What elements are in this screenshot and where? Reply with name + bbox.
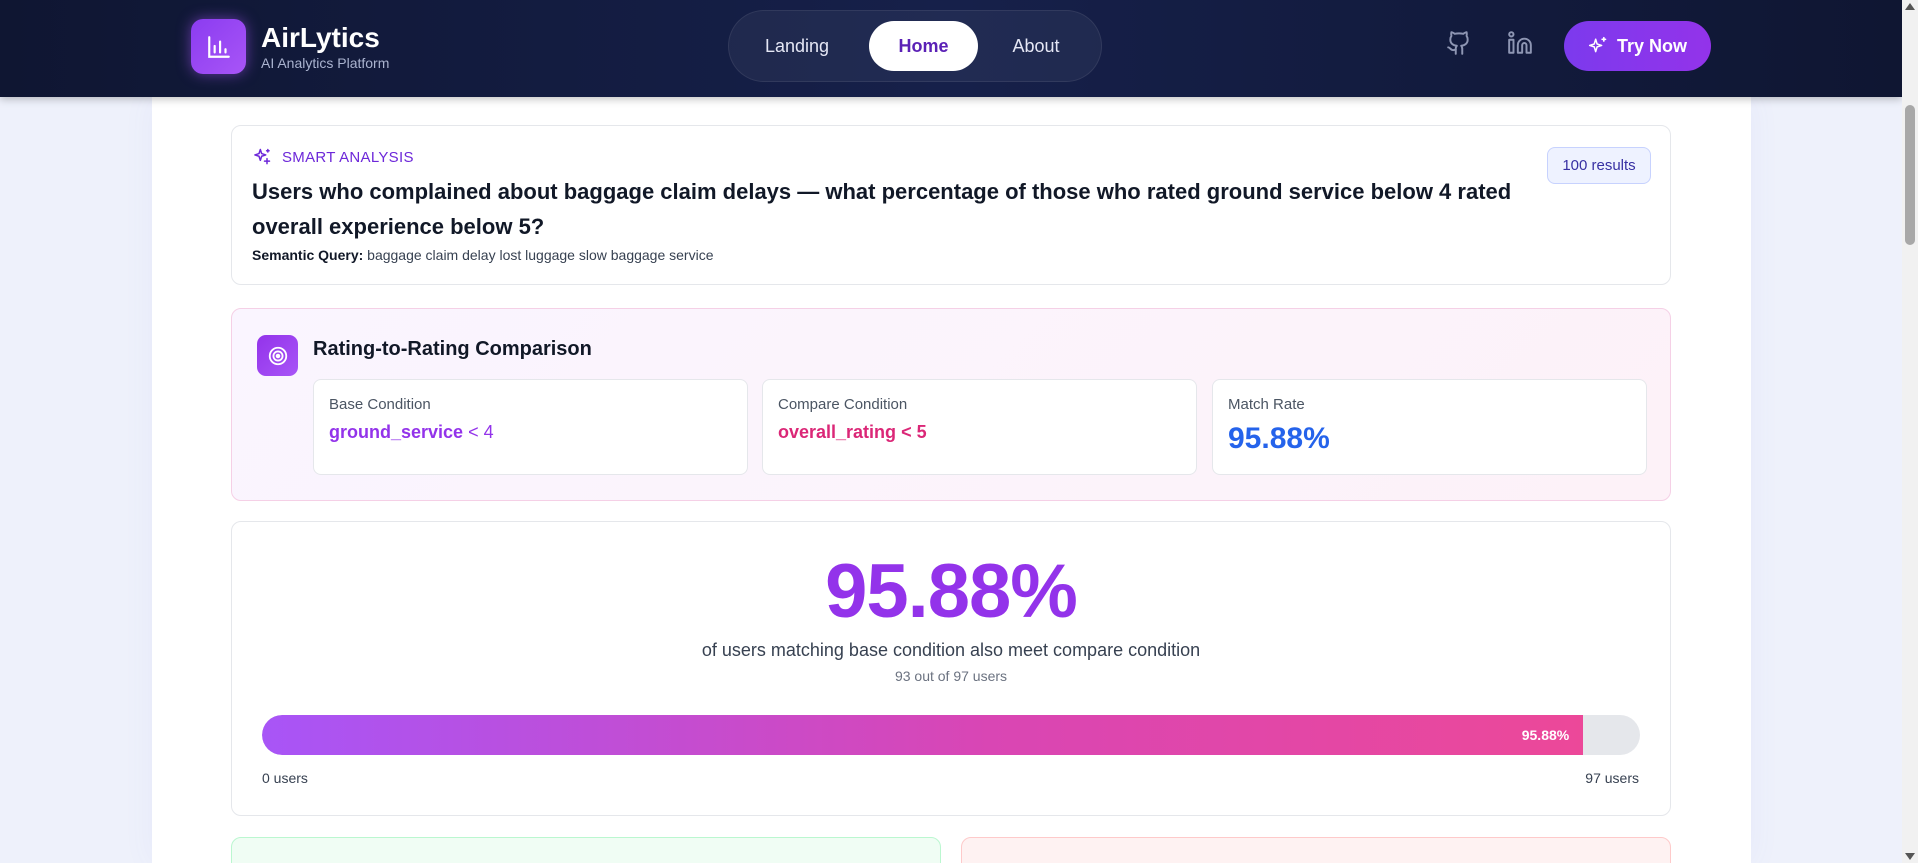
match-progress-bar: 95.88% bbox=[262, 715, 1640, 755]
scroll-up-icon[interactable] bbox=[1905, 3, 1915, 10]
non-matching-users-card bbox=[961, 837, 1671, 863]
base-condition-op: < 4 bbox=[468, 422, 494, 442]
scroll-thumb[interactable] bbox=[1905, 105, 1915, 245]
brand[interactable]: AirLytics AI Analytics Platform bbox=[191, 19, 389, 74]
bar-axis-max: 97 users bbox=[1585, 770, 1639, 786]
query-title: Users who complained about baggage claim… bbox=[252, 179, 1512, 239]
result-description: of users matching base condition also me… bbox=[701, 640, 1201, 660]
nav-landing[interactable]: Landing bbox=[747, 21, 847, 71]
nav-home[interactable]: Home bbox=[869, 21, 978, 71]
results-badge: 100 results bbox=[1547, 147, 1651, 184]
sparkles-icon bbox=[254, 148, 271, 165]
comparison-title: Rating-to-Rating Comparison bbox=[313, 338, 592, 360]
result-percentage: 95.88% bbox=[825, 549, 1078, 634]
semantic-query-label: Semantic Query: bbox=[252, 247, 364, 263]
bar-axis-min: 0 users bbox=[262, 770, 308, 786]
page-scrollbar[interactable] bbox=[1902, 0, 1918, 863]
scroll-down-icon[interactable] bbox=[1905, 853, 1915, 860]
main-nav: Landing Home About bbox=[728, 10, 1102, 82]
top-navbar: AirLytics AI Analytics Platform Landing … bbox=[0, 0, 1902, 97]
compare-condition-op: < 5 bbox=[901, 422, 927, 442]
github-icon[interactable] bbox=[1446, 30, 1472, 56]
comparison-card: Rating-to-Rating Comparison Base Conditi… bbox=[231, 308, 1671, 501]
compare-condition-label: Compare Condition bbox=[778, 396, 908, 413]
try-now-label: Try Now bbox=[1616, 35, 1687, 56]
query-card: SMART ANALYSIS Users who complained abou… bbox=[231, 125, 1671, 285]
base-condition-box: Base Condition ground_service < 4 bbox=[313, 379, 748, 475]
nav-about[interactable]: About bbox=[991, 21, 1081, 71]
compare-condition-field: overall_rating bbox=[778, 422, 897, 442]
match-progress-fill: 95.88% bbox=[262, 715, 1584, 755]
match-rate-label: Match Rate bbox=[1228, 396, 1305, 413]
chart-logo-icon bbox=[191, 19, 246, 74]
base-condition-field: ground_service bbox=[329, 422, 464, 442]
smart-analysis-label: SMART ANALYSIS bbox=[252, 147, 414, 167]
main-panel: SMART ANALYSIS Users who complained abou… bbox=[152, 97, 1751, 863]
semantic-query-value: baggage claim delay lost luggage slow ba… bbox=[367, 247, 714, 263]
brand-subtitle: AI Analytics Platform bbox=[261, 54, 390, 71]
base-condition-label: Base Condition bbox=[329, 396, 431, 413]
result-count: 93 out of 97 users bbox=[894, 668, 1008, 684]
match-rate-box: Match Rate 95.88% bbox=[1212, 379, 1647, 475]
brand-name: AirLytics bbox=[261, 21, 380, 53]
smart-analysis-text: SMART ANALYSIS bbox=[282, 148, 414, 166]
base-condition-value: ground_service < 4 bbox=[329, 422, 494, 443]
semantic-query: Semantic Query: baggage claim delay lost… bbox=[252, 247, 714, 263]
match-rate-value: 95.88% bbox=[1228, 422, 1330, 455]
compare-condition-box: Compare Condition overall_rating < 5 bbox=[762, 379, 1197, 475]
target-icon bbox=[257, 335, 298, 376]
linkedin-icon[interactable] bbox=[1507, 30, 1533, 56]
sparkles-icon bbox=[1588, 36, 1607, 53]
try-now-button[interactable]: Try Now bbox=[1564, 21, 1711, 71]
matching-users-card bbox=[231, 837, 941, 863]
result-card: 95.88% of users matching base condition … bbox=[231, 521, 1671, 816]
progress-bar-label: 95.88% bbox=[1521, 727, 1570, 743]
compare-condition-value: overall_rating < 5 bbox=[778, 422, 927, 443]
